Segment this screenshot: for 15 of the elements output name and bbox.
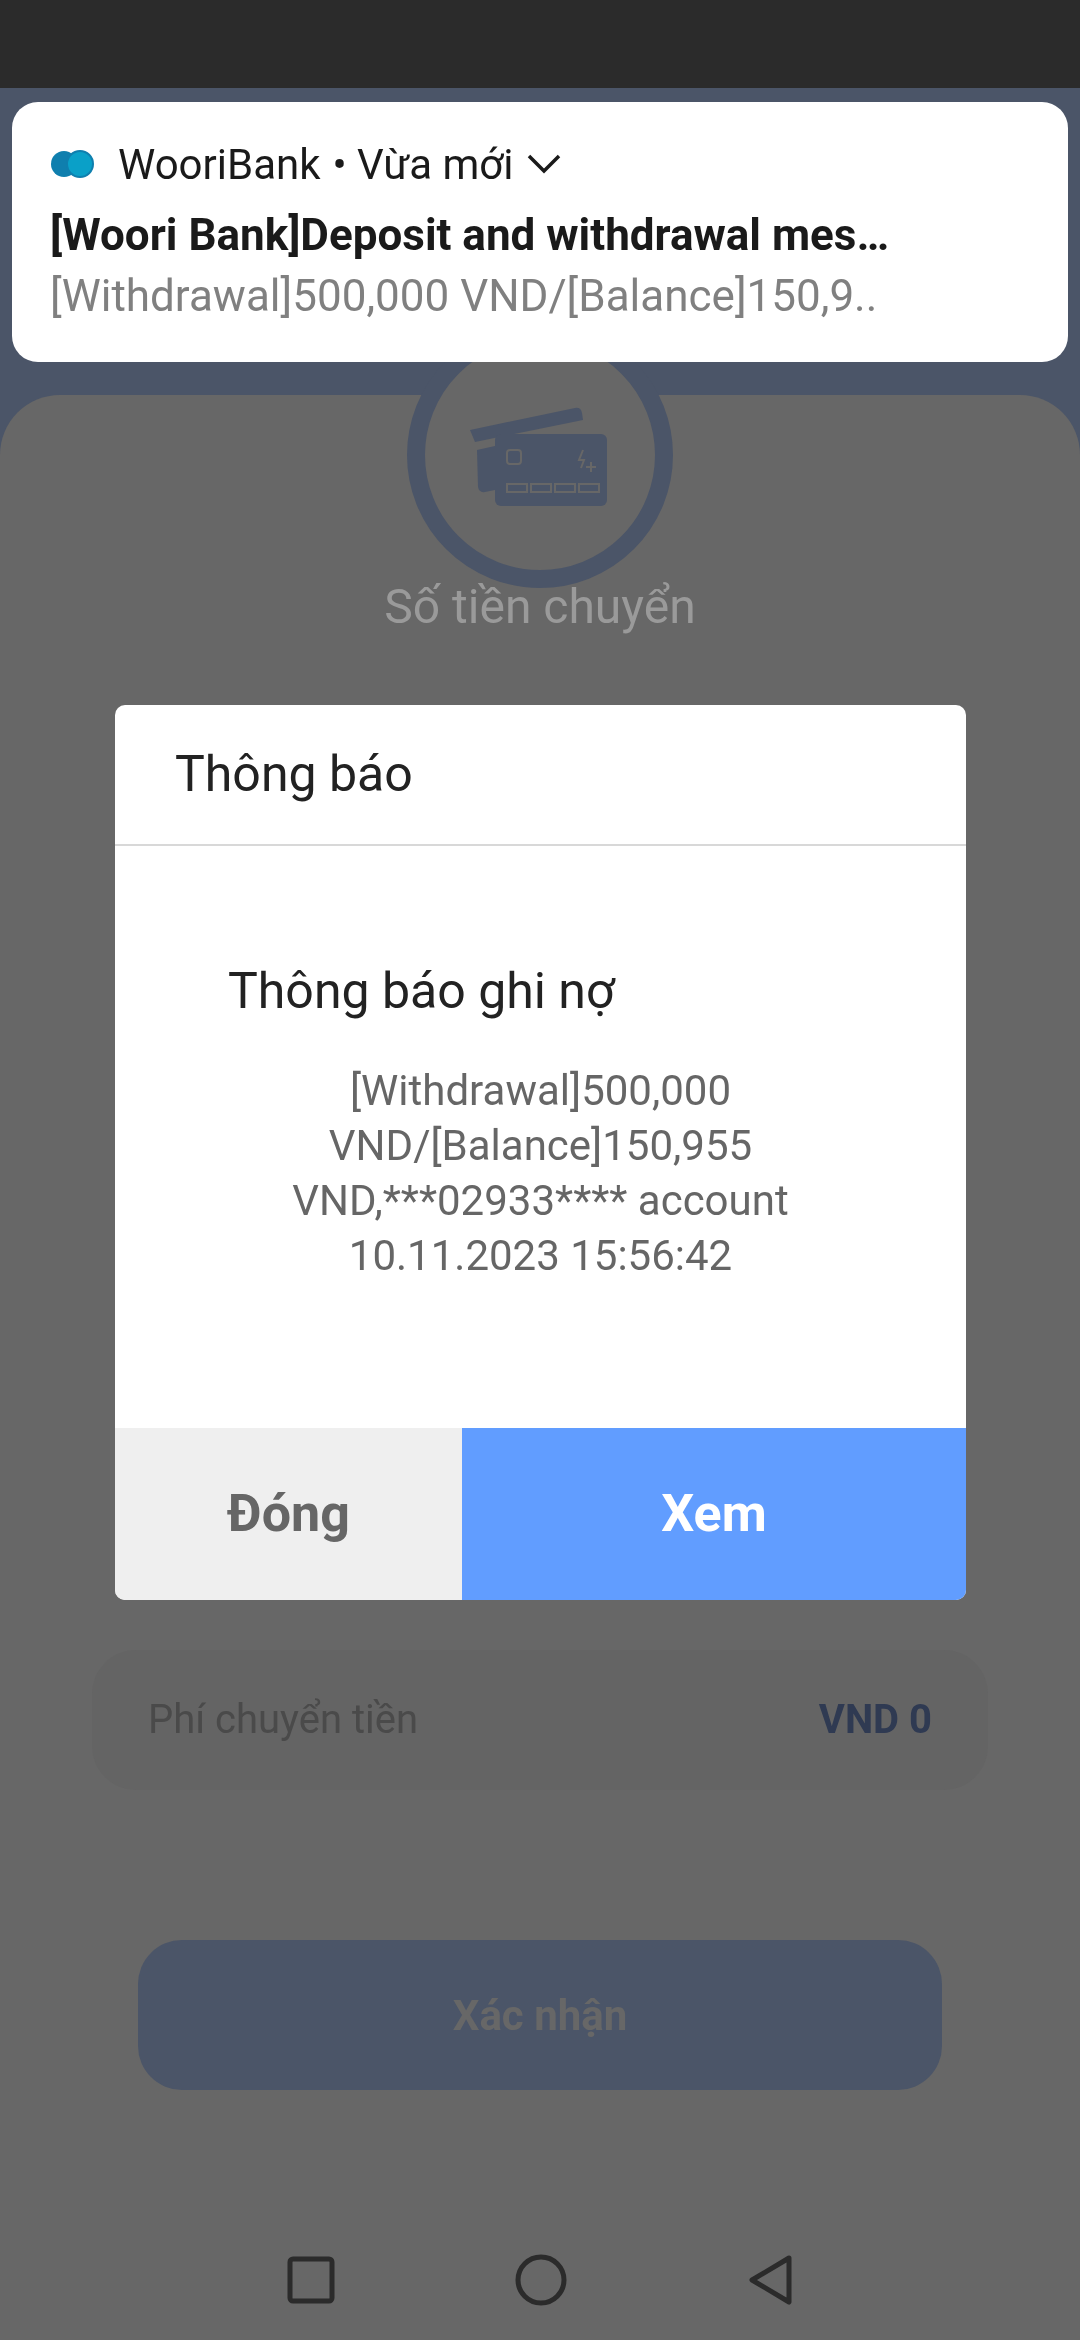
app-logo-icon	[50, 150, 94, 178]
back-icon[interactable]	[747, 2254, 793, 2306]
app-name: WooriBank	[118, 138, 321, 191]
dialog-title: Thông báo	[175, 744, 413, 805]
chevron-down-icon[interactable]	[525, 153, 562, 175]
home-icon[interactable]	[515, 2254, 567, 2306]
notification-body: [Withdrawal]500,000 VND/[Balance]150,9..	[50, 269, 879, 324]
notification-time: • Vừa mới	[332, 138, 514, 191]
notification-card[interactable]: WooriBank • Vừa mới [Woori Bank]Deposit and withdrawal mes… [Withdrawal]500,000 VND/[Balance]150,9..	[12, 102, 1068, 362]
recents-icon[interactable]	[287, 2256, 335, 2304]
dialog-message: [Withdrawal]500,000 VND/[Balance]150,955 VND,***02933**** account 10.11.2023 15:56:42	[291, 1065, 790, 1282]
view-button[interactable]: Xem	[462, 1428, 966, 1600]
close-button[interactable]: Đóng	[115, 1428, 462, 1600]
notification-title: [Woori Bank]Deposit and withdrawal mes…	[50, 208, 890, 263]
dialog-heading: Thông báo ghi nợ	[228, 961, 617, 1022]
